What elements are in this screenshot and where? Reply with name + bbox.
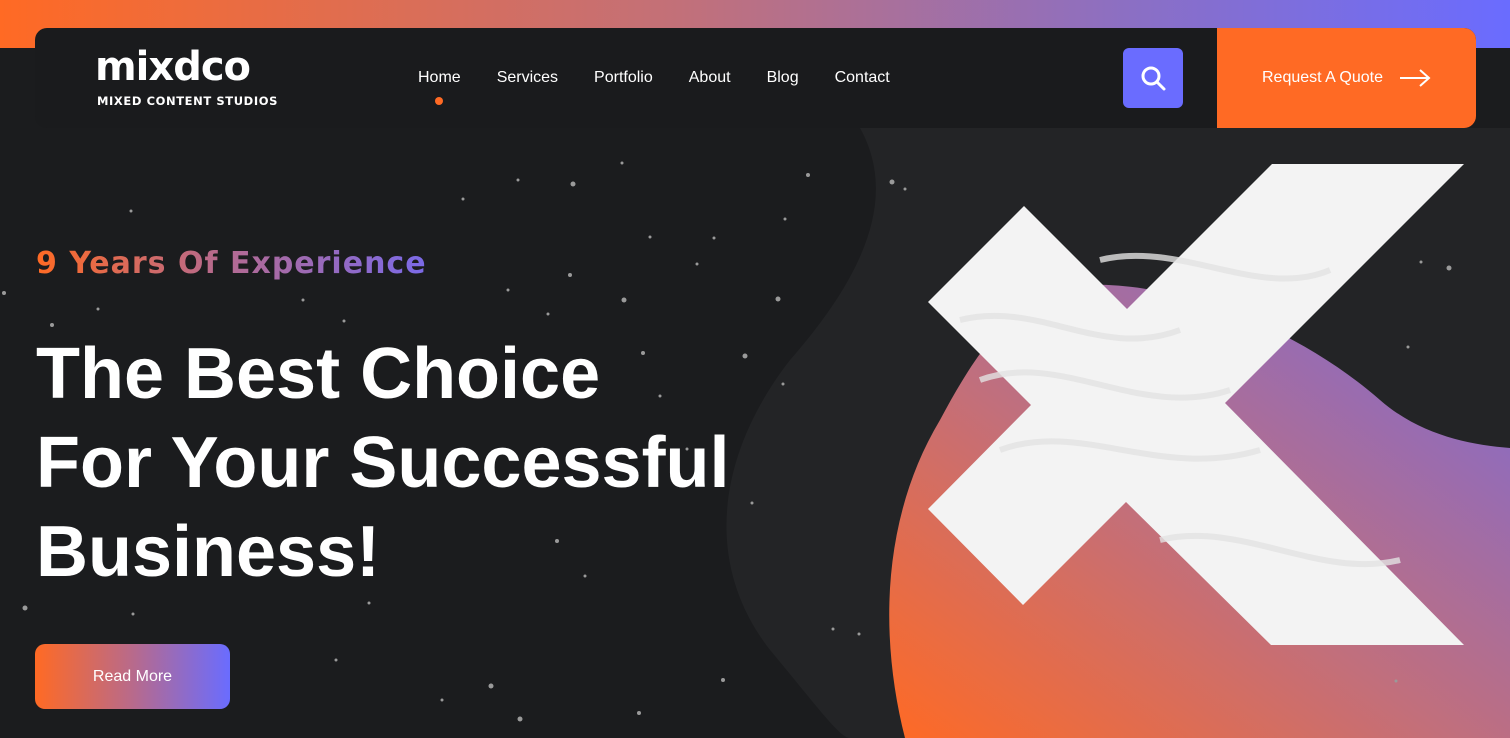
nav-item-blog[interactable]: Blog [767, 69, 799, 87]
hero-headline: The Best Choice For Your Successful Busi… [36, 330, 756, 597]
nav-item-home[interactable]: Home [418, 69, 461, 105]
search-icon [1141, 66, 1166, 91]
headline-line: For Your Successful [36, 423, 730, 503]
read-more-button[interactable]: Read More [35, 644, 230, 709]
search-button[interactable] [1123, 48, 1183, 108]
request-quote-button[interactable]: Request A Quote [1217, 28, 1476, 128]
request-quote-label: Request A Quote [1262, 69, 1383, 86]
nav-item-services[interactable]: Services [497, 69, 558, 87]
headline-line: Business! [36, 512, 381, 592]
logo-tagline: MIXED CONTENT STUDIOS [97, 94, 278, 108]
main-navigation: Home Services Portfolio About Blog Conta… [418, 28, 926, 128]
hero-kicker: 9 Years Of Experience [36, 246, 427, 281]
nav-item-portfolio[interactable]: Portfolio [594, 69, 653, 87]
nav-item-contact[interactable]: Contact [835, 69, 890, 87]
arrow-right-icon [1399, 69, 1431, 87]
top-navbar: mixdco MIXED CONTENT STUDIOS Home Servic… [35, 28, 1476, 128]
nav-item-about[interactable]: About [689, 69, 731, 87]
logo-wordmark: mixdco [95, 44, 251, 90]
brand-logo[interactable]: mixdco MIXED CONTENT STUDIOS [95, 44, 277, 110]
headline-line: The Best Choice [36, 334, 601, 414]
